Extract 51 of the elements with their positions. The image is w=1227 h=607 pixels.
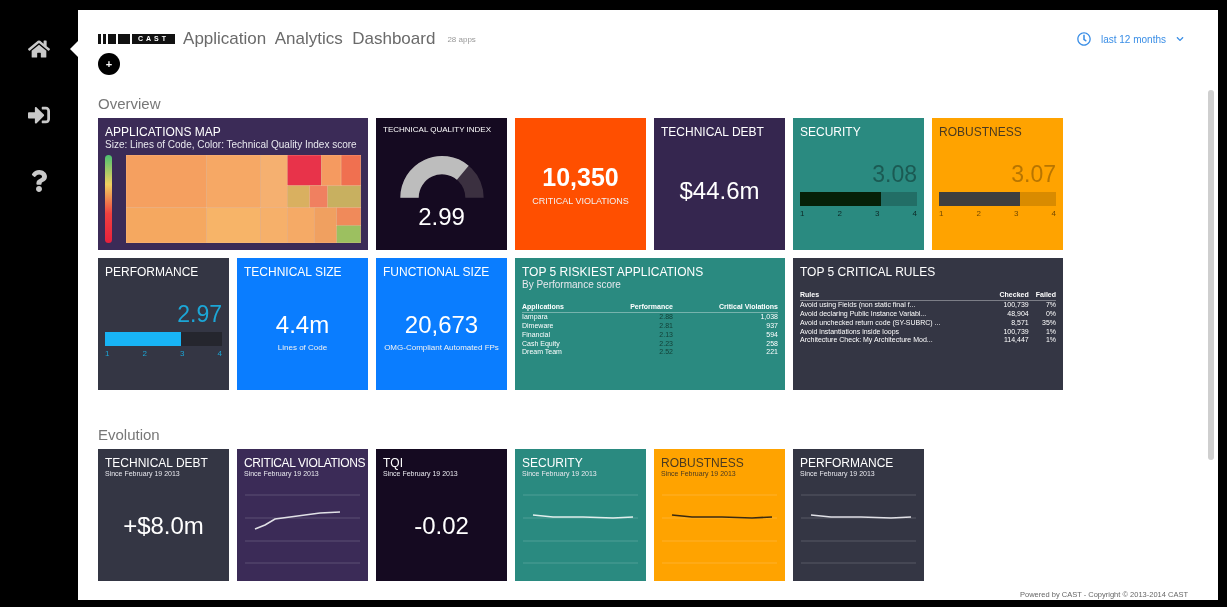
metric-caption: Lines of Code [277, 342, 328, 352]
metric-caption: OMG-Compliant Automated FPs [384, 342, 499, 352]
tile-title: TECHNICAL SIZE [244, 265, 343, 280]
tile-title: TQI [383, 456, 404, 471]
home-icon [28, 38, 50, 60]
tile-title: TECHNICAL QUALITY INDEX [383, 125, 493, 135]
metric-value: 4.4m [275, 310, 330, 339]
metric-caption: CRITICAL VIOLATIONS [532, 195, 629, 206]
tile-title: ROBUSTNESS [661, 456, 745, 471]
axis-label: 1 [105, 349, 110, 359]
axis-label: 3 [875, 209, 880, 219]
add-button[interactable]: + [98, 53, 120, 75]
tile-title: SECURITY [522, 456, 584, 471]
tile-title: TECHNICAL DEBT [105, 456, 209, 471]
axis-label: 4 [217, 349, 222, 359]
axis-label: 2 [837, 209, 842, 219]
tile-subtitle: Size: Lines of Code, Color: Technical Quality Index score [105, 139, 358, 152]
score-value: 2.97 [176, 301, 222, 329]
tile-title: FUNCTIONAL SIZE [383, 265, 491, 280]
axis-label: 4 [912, 209, 917, 219]
chevron-down-icon [1176, 35, 1184, 43]
clock-icon [1076, 32, 1091, 46]
tile-subtitle: By Performance score [522, 279, 622, 292]
score-value: 3.07 [1010, 161, 1056, 189]
axis-label: 3 [180, 349, 185, 359]
axis-label: 1 [800, 209, 805, 219]
tile-title: TOP 5 CRITICAL RULES [800, 265, 937, 280]
axis-label: 4 [1051, 209, 1056, 219]
metric-value: +$8.0m [123, 512, 204, 541]
tile-title: ROBUSTNESS [939, 125, 1023, 140]
axis-label: 3 [1014, 209, 1019, 219]
axis-label: 2 [142, 349, 147, 359]
tile-title: SECURITY [800, 125, 862, 140]
axis-label: 1 [939, 209, 944, 219]
gauge-value: 2.99 [417, 202, 466, 231]
section-title: Overview [98, 95, 162, 112]
app-count: 28 apps [447, 34, 476, 44]
axis-label: 2 [976, 209, 981, 219]
period-dropdown[interactable]: last 12 months [1070, 31, 1190, 47]
tile-title: TECHNICAL DEBT [661, 125, 765, 140]
sign-in-icon [28, 104, 50, 126]
metric-value: -0.02 [414, 512, 469, 541]
tile-title: TOP 5 RISKIEST APPLICATIONS [522, 265, 705, 280]
tile-title: PERFORMANCE [800, 456, 895, 471]
tile-title: PERFORMANCE [105, 265, 200, 280]
metric-value: 20,673 [404, 310, 479, 339]
tile-title: APPLICATIONS MAP [105, 125, 222, 140]
metric-value: $44.6m [679, 177, 760, 206]
page-title: Application Analytics Dashboard [183, 29, 436, 49]
metric-value: 10,350 [542, 162, 619, 192]
section-title: Evolution [98, 426, 161, 443]
